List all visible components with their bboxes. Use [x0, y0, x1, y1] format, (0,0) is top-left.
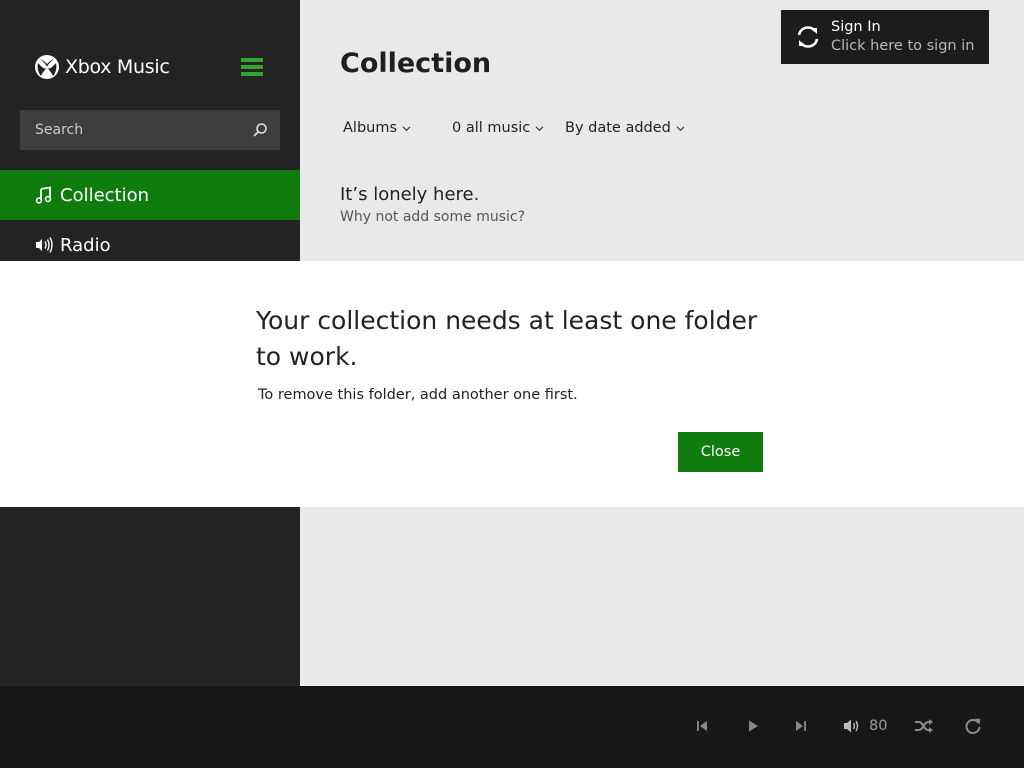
- volume-level: 80: [869, 718, 888, 734]
- play-icon: [749, 720, 758, 732]
- filter-sort-dropdown[interactable]: By date added: [565, 120, 685, 136]
- close-button[interactable]: Close: [678, 432, 763, 472]
- shuffle-button[interactable]: [913, 716, 935, 736]
- chevron-down-icon: [535, 125, 544, 131]
- app-brand: Xbox Music: [65, 56, 170, 78]
- music-note-icon: [34, 185, 54, 205]
- empty-state-subtitle: Why not add some music?: [340, 209, 526, 225]
- filter-label: 0 all music: [452, 120, 531, 136]
- search-button[interactable]: [240, 110, 280, 150]
- search-box: [20, 110, 280, 150]
- previous-icon: [697, 721, 707, 731]
- filter-label: Albums: [343, 120, 398, 136]
- empty-state-title: It’s lonely here.: [340, 184, 480, 205]
- next-icon: [796, 721, 806, 731]
- page-title: Collection: [340, 48, 492, 79]
- shuffle-icon: [915, 719, 933, 733]
- chevron-down-icon: [402, 125, 411, 131]
- sign-in-subtitle: Click here to sign in: [831, 38, 975, 54]
- sign-in-button[interactable]: Sign In Click here to sign in: [781, 10, 989, 64]
- sign-in-text: Sign In Click here to sign in: [831, 18, 974, 56]
- next-button[interactable]: [791, 716, 811, 736]
- filter-bar: Albums 0 all music By date added: [343, 120, 685, 136]
- radio-icon: [34, 235, 54, 255]
- app-logo: Xbox Music: [34, 54, 170, 80]
- repeat-button[interactable]: [963, 716, 983, 736]
- search-icon: [253, 123, 267, 137]
- filter-label: By date added: [565, 120, 671, 136]
- dialog-title: Your collection needs at least one folde…: [256, 306, 758, 371]
- filter-source-dropdown[interactable]: 0 all music: [452, 120, 565, 136]
- previous-button[interactable]: [692, 716, 712, 736]
- sync-icon: [797, 26, 819, 48]
- message-dialog: Your collection needs at least one folde…: [0, 261, 1024, 507]
- filter-view-dropdown[interactable]: Albums: [343, 120, 452, 136]
- volume-button[interactable]: [842, 716, 862, 736]
- repeat-icon: [965, 718, 981, 734]
- dialog-message: To remove this folder, add another one f…: [258, 387, 578, 403]
- play-button[interactable]: [743, 716, 763, 736]
- volume-icon: [844, 719, 859, 733]
- chevron-down-icon: [676, 125, 685, 131]
- sign-in-title: Sign In: [831, 19, 881, 35]
- search-input[interactable]: [20, 110, 240, 150]
- sidebar-item-collection[interactable]: Collection: [0, 170, 300, 220]
- sidebar-item-label: Collection: [60, 184, 150, 206]
- sidebar-item-label: Radio: [60, 234, 111, 256]
- hamburger-menu-icon[interactable]: [241, 58, 263, 78]
- xbox-logo-icon: [35, 55, 59, 79]
